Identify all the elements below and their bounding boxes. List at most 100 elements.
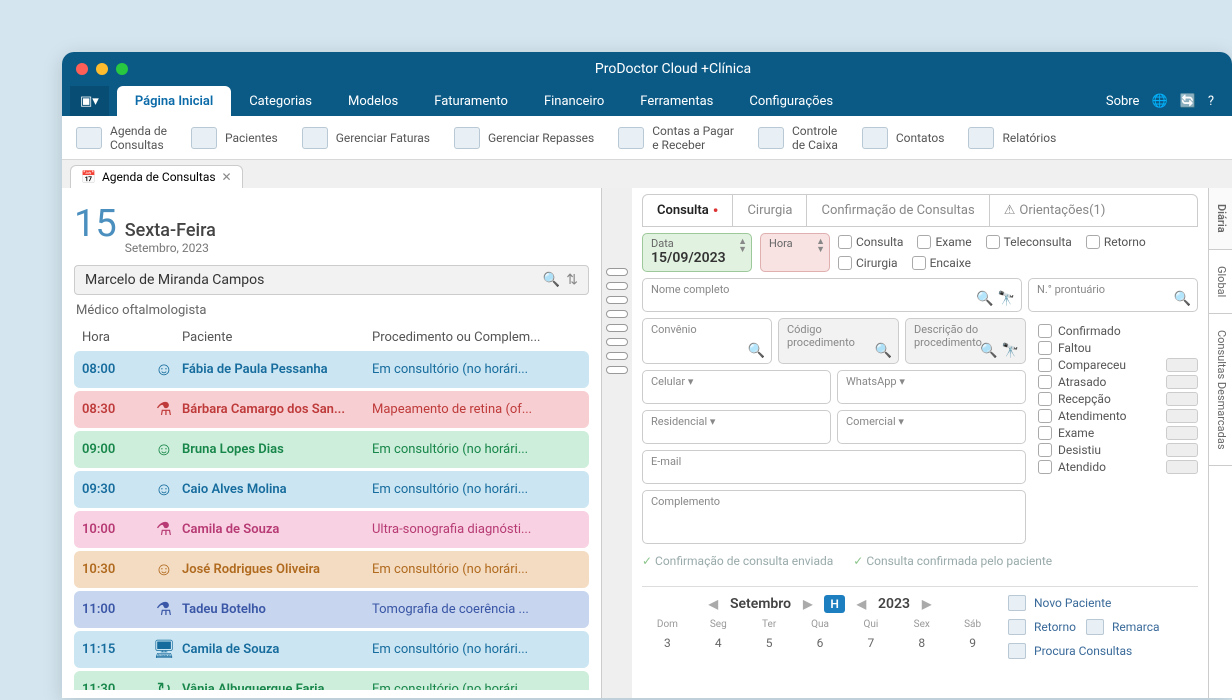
status-check[interactable]: Atendido xyxy=(1038,460,1198,474)
residencial-field[interactable]: Residencial ▾ xyxy=(642,410,831,444)
titlebar: ProDoctor Cloud +Clínica xyxy=(62,52,1232,86)
check-encaixe[interactable]: Encaixe xyxy=(912,256,971,271)
appointment-row[interactable]: 08:00☺Fábia de Paula PessanhaEm consultó… xyxy=(74,351,589,388)
celular-field[interactable]: Celular ▾ xyxy=(642,370,831,404)
sidetab-global[interactable]: Global xyxy=(1209,250,1232,314)
appointment-row[interactable]: 08:30⚗Bárbara Camargo dos San...Mapeamen… xyxy=(74,391,589,428)
check-consulta[interactable]: Consulta xyxy=(838,235,903,250)
binoculars-icon[interactable]: 🔭 xyxy=(998,291,1015,307)
complemento-field[interactable]: Complemento xyxy=(642,490,1026,544)
toolbar-faturas[interactable]: Gerenciar Faturas xyxy=(302,127,430,149)
menu-tab[interactable]: Modelos xyxy=(330,86,416,116)
minimize-window[interactable] xyxy=(96,63,108,75)
check-cirurgia[interactable]: Cirurgia xyxy=(838,256,898,271)
toolbar-relatorios[interactable]: Relatórios xyxy=(968,127,1056,149)
status-check[interactable]: Recepção xyxy=(1038,392,1198,406)
appointment-row[interactable]: 10:30☺José Rodrigues OliveiraEm consultó… xyxy=(74,551,589,588)
sidetab-desmarcadas[interactable]: Consultas Desmarcadas xyxy=(1209,314,1232,467)
toolbar: Agenda de Consultas Pacientes Gerenciar … xyxy=(62,116,1232,160)
doc-tab-agenda[interactable]: 📅 Agenda de Consultas ✕ xyxy=(70,165,243,188)
today-button[interactable]: H xyxy=(824,595,845,613)
status-check[interactable]: Faltou xyxy=(1038,341,1198,355)
appointment-row[interactable]: 10:00⚗Camila de SouzaUltra-sonografia di… xyxy=(74,511,589,548)
sync-icon[interactable]: 🔄 xyxy=(1180,94,1196,109)
about-link[interactable]: Sobre xyxy=(1106,94,1140,109)
close-tab-icon[interactable]: ✕ xyxy=(222,170,232,184)
toolbar-agenda[interactable]: Agenda de Consultas xyxy=(76,124,167,152)
search-icon[interactable]: 🔍 xyxy=(1174,291,1191,307)
doctor-select[interactable]: Marcelo de Miranda Campos 🔍 ⇅ xyxy=(74,265,589,295)
menu-tab[interactable]: Página Inicial xyxy=(117,86,231,116)
document-tabs: 📅 Agenda de Consultas ✕ xyxy=(62,160,1232,188)
toolbar-repasses[interactable]: Gerenciar Repasses xyxy=(454,127,594,149)
search-icon[interactable]: 🔍 xyxy=(748,343,765,359)
patient-icon xyxy=(191,127,217,149)
prontuario-field[interactable]: N.° prontuário🔍 xyxy=(1028,278,1198,312)
menu-tab[interactable]: Configurações xyxy=(731,86,851,116)
status-check[interactable]: Desistiu xyxy=(1038,443,1198,457)
cashbox-icon xyxy=(758,127,784,149)
action-remarca[interactable]: Remarca xyxy=(1086,619,1160,635)
prev-month-icon[interactable]: ◀ xyxy=(709,597,718,611)
doctor-name: Marcelo de Miranda Campos xyxy=(85,272,264,288)
nome-field[interactable]: Nome completo🔍🔭 xyxy=(642,278,1022,312)
toolbar-pacientes[interactable]: Pacientes xyxy=(191,127,278,149)
status-check[interactable]: Compareceu xyxy=(1038,358,1198,372)
status-check[interactable]: Atrasado xyxy=(1038,375,1198,389)
help-icon[interactable]: ? xyxy=(1208,94,1214,109)
check-retorno[interactable]: Retorno xyxy=(1086,235,1146,250)
next-month-icon[interactable]: ▶ xyxy=(803,597,812,611)
whatsapp-field[interactable]: WhatsApp ▾ xyxy=(837,370,1026,404)
status-check[interactable]: Confirmado xyxy=(1038,324,1198,338)
toolbar-contas[interactable]: Contas a Pagar e Receber xyxy=(618,124,734,152)
status-check[interactable]: Exame xyxy=(1038,426,1198,440)
menu-tab[interactable]: Ferramentas xyxy=(622,86,731,116)
mini-calendar[interactable]: ◀ Setembro ▶ H ◀ 2023 ▶ DomSegTerQuaQuiS… xyxy=(642,595,998,659)
appointment-form: Consulta• Cirurgia Confirmação de Consul… xyxy=(632,188,1208,698)
menu-tab[interactable]: Financeiro xyxy=(526,86,622,116)
comercial-field[interactable]: Comercial ▾ xyxy=(837,410,1026,444)
subtab-consulta[interactable]: Consulta• xyxy=(643,195,733,226)
subtab-cirurgia[interactable]: Cirurgia xyxy=(733,195,807,226)
date-field[interactable]: Data 15/09/2023 ▲▼ xyxy=(642,233,752,272)
side-tabs: Diária Global Consultas Desmarcadas xyxy=(1208,188,1232,698)
updown-icon[interactable]: ⇅ xyxy=(566,272,578,288)
appointment-row[interactable]: 09:30☺Caio Alves MolinaEm consultório (n… xyxy=(74,471,589,508)
search-icon[interactable]: 🔍 xyxy=(543,272,560,288)
app-menu-icon[interactable]: ▣▾ xyxy=(70,86,109,116)
check-teleconsulta[interactable]: Teleconsulta xyxy=(986,235,1072,250)
prev-year-icon[interactable]: ◀ xyxy=(857,597,866,611)
reschedule-icon xyxy=(1086,619,1104,635)
toolbar-caixa[interactable]: Controle de Caixa xyxy=(758,124,838,152)
search-icon[interactable]: 🔍 xyxy=(875,343,892,359)
toolbar-contatos[interactable]: Contatos xyxy=(862,127,945,149)
globe-icon[interactable]: 🌐 xyxy=(1151,94,1167,109)
next-year-icon[interactable]: ▶ xyxy=(922,597,931,611)
appointment-row[interactable]: 11:30↻Vânia Albuquerque FariaEm consultó… xyxy=(74,671,589,690)
codproc-field[interactable]: Código procedimento🔍 xyxy=(778,318,899,364)
appointment-row[interactable]: 11:00⚗Tadeu BotelhoTomografia de coerênc… xyxy=(74,591,589,628)
close-window[interactable] xyxy=(76,63,88,75)
action-novo-paciente[interactable]: Novo Paciente xyxy=(1008,595,1198,611)
descproc-field[interactable]: Descrição do procedimento🔍🔭 xyxy=(905,318,1026,364)
subtab-orientacoes[interactable]: ⚠Orientações(1) xyxy=(990,195,1120,226)
sidetab-diaria[interactable]: Diária xyxy=(1209,188,1232,250)
maximize-window[interactable] xyxy=(116,63,128,75)
search-icon[interactable]: 🔍 xyxy=(980,343,997,359)
menubar: ▣▾ Página Inicial Categorias Modelos Fat… xyxy=(62,86,1232,116)
check-exame[interactable]: Exame xyxy=(917,235,971,250)
menu-tab[interactable]: Faturamento xyxy=(416,86,526,116)
convenio-field[interactable]: Convênio🔍 xyxy=(642,318,772,364)
status-check[interactable]: Atendimento xyxy=(1038,409,1198,423)
subtab-confirmacao[interactable]: Confirmação de Consultas xyxy=(807,195,989,226)
binoculars-icon[interactable]: 🔭 xyxy=(1002,343,1019,359)
hour-field[interactable]: Hora ▲▼ xyxy=(760,233,830,272)
email-field[interactable]: E-mail xyxy=(642,450,1026,484)
appointment-row[interactable]: 11:15🖥Camila de SouzaEm consultório (no … xyxy=(74,631,589,668)
phone-icon xyxy=(862,127,888,149)
action-retorno[interactable]: Retorno xyxy=(1008,619,1076,635)
appointment-row[interactable]: 09:00☺Bruna Lopes DiasEm consultório (no… xyxy=(74,431,589,468)
menu-tab[interactable]: Categorias xyxy=(231,86,330,116)
search-icon[interactable]: 🔍 xyxy=(976,291,993,307)
action-procura[interactable]: Procura Consultas xyxy=(1008,643,1198,659)
